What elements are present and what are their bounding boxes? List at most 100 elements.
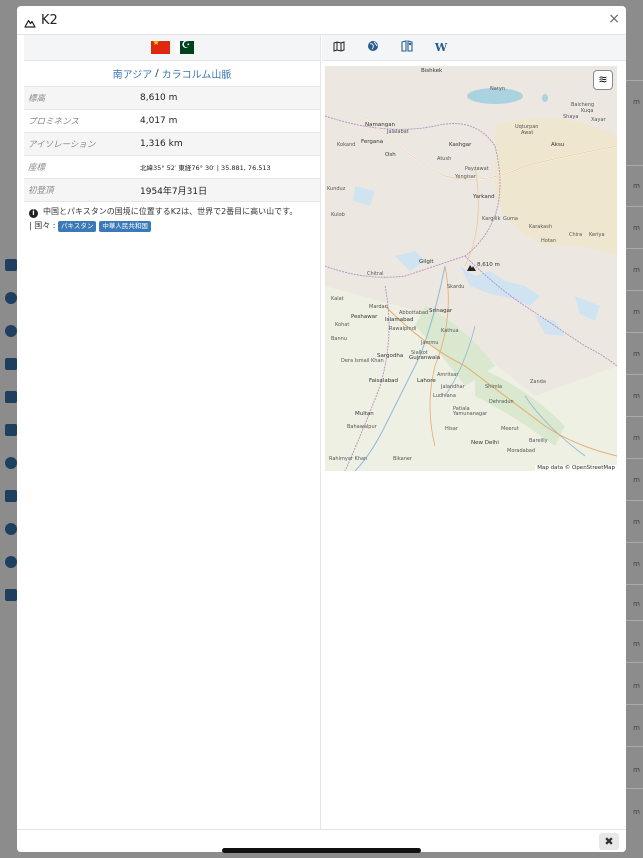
- list-value: m: [633, 266, 640, 274]
- map-place-label: Lahore: [417, 378, 436, 384]
- book-map-icon[interactable]: [390, 40, 424, 55]
- info-table: 標高 8,610 m プロミネンス 4,017 m アイソレーション 1,316…: [24, 87, 320, 202]
- country-badge-pakistan[interactable]: パキスタン: [58, 221, 97, 232]
- map-place-label: Islamabad: [385, 317, 414, 323]
- map-place-label: Gilgit: [419, 259, 434, 265]
- list-divider: [625, 416, 643, 417]
- map-place-label: Kashgar: [449, 142, 472, 148]
- list-value: m: [633, 766, 640, 774]
- map-icon[interactable]: [322, 40, 356, 55]
- map-place-label: Faisalabad: [369, 378, 399, 384]
- breadcrumb-separator: /: [155, 68, 159, 79]
- info-row-first-ascent: 初登頂 1954年7月31日: [24, 179, 320, 202]
- map-place-label: Peshawar: [351, 314, 378, 320]
- map-place-label: New Delhi: [471, 440, 499, 446]
- globe-icon: [5, 325, 17, 337]
- info-icon: [5, 523, 17, 535]
- map-place-label: Guma: [503, 216, 518, 222]
- details-pane: 南アジア / カラコルム山脈 標高 8,610 m プロミネンス 4,017 m…: [24, 35, 321, 829]
- list-divider: [625, 788, 643, 789]
- list-divider: [625, 542, 643, 543]
- list-value: m: [633, 224, 640, 232]
- home-indicator[interactable]: [222, 848, 421, 853]
- info-value: 北緯35° 52′ 東経76° 30′ | 35.881, 76.513: [140, 164, 271, 172]
- mountain-icon: [24, 14, 36, 28]
- globe-icon[interactable]: [356, 40, 390, 55]
- list-value: m: [633, 682, 640, 690]
- close-icon[interactable]: ×: [608, 11, 620, 27]
- grid-icon: [5, 589, 17, 601]
- modal-title: K2: [41, 12, 58, 28]
- map-place-label: Yamunanagar: [453, 411, 488, 417]
- breadcrumb-range-link[interactable]: カラコルム山脈: [162, 66, 232, 81]
- box-icon: [5, 358, 17, 370]
- info-row-coordinates: 座標 北緯35° 52′ 東経76° 30′ | 35.881, 76.513: [24, 156, 320, 179]
- background-list: m m m m m m m m m m m m m m m m m: [625, 0, 643, 858]
- breadcrumb-region-link[interactable]: 南アジア: [113, 66, 153, 81]
- map-place-label: Jammu: [421, 340, 439, 346]
- map-place-label: Bareilly: [529, 438, 548, 444]
- map-place-label: Karakash: [529, 224, 553, 230]
- map-place-label: Bikaner: [393, 456, 412, 462]
- map-place-label: Shimla: [485, 384, 503, 390]
- layers-icon[interactable]: ≋: [593, 70, 613, 90]
- list-value: m: [633, 724, 640, 732]
- close-button[interactable]: ✖: [599, 833, 619, 850]
- list-value: m: [633, 308, 640, 316]
- info-label: 標高: [28, 94, 46, 104]
- background-sidebar: [0, 245, 18, 615]
- map-place-label: Zanda: [530, 379, 546, 385]
- map-place-label: Dehradun: [489, 399, 514, 405]
- map-place-label: Kargilik: [482, 216, 501, 222]
- description: i 中国とパキスタンの国境に位置するK2は、世界で2番目に高い山です。 | 国々 …: [24, 202, 320, 233]
- gear-icon: [5, 556, 17, 568]
- list-divider: [625, 290, 643, 291]
- map-place-label: Kokand: [337, 142, 356, 148]
- plus-circle-icon: [5, 292, 17, 304]
- map-place-label: Payzawat: [465, 166, 489, 172]
- map-place-label: Yarkand: [473, 194, 495, 200]
- map-view[interactable]: Bishkek Naryn Namangan Jalalabat Fergana…: [325, 66, 617, 471]
- map-place-label: Meerut: [501, 426, 519, 432]
- map-place-label: Fergana: [361, 139, 384, 145]
- map-place-label: Rahimyar Khan: [329, 456, 368, 462]
- country-badge-china[interactable]: 中華人民共和国: [99, 221, 151, 232]
- list-value: m: [633, 600, 640, 608]
- map-place-label: Shaya: [563, 114, 579, 120]
- map-place-label: Mardan: [369, 304, 388, 310]
- info-circle-icon: i: [29, 209, 38, 218]
- map-place-label: Dera Ismail Khan: [341, 358, 384, 364]
- map-place-label: Kuqa: [581, 108, 594, 114]
- list-value: m: [633, 182, 640, 190]
- list-divider: [625, 662, 643, 663]
- map-place-label: Kulob: [331, 212, 345, 218]
- flag-pakistan-icon[interactable]: [174, 41, 194, 54]
- wikipedia-icon[interactable]: W: [424, 41, 458, 54]
- map-place-label: Keriya: [589, 232, 605, 238]
- map-place-label: Kathua: [441, 328, 459, 334]
- map-place-label: Namangan: [365, 122, 396, 128]
- map-place-label: Awat: [521, 130, 534, 136]
- breadcrumb: 南アジア / カラコルム山脈: [24, 61, 320, 87]
- compass-icon: [5, 457, 17, 469]
- map-place-label: Yengisar: [455, 174, 476, 180]
- map-place-label: Skardu: [447, 284, 465, 290]
- flag-china-icon[interactable]: [150, 41, 170, 54]
- map-place-label: Kalat: [331, 296, 344, 302]
- list-divider: [625, 165, 643, 166]
- list-value: m: [633, 434, 640, 442]
- map-attribution[interactable]: Map data © OpenStreetMap: [535, 465, 617, 471]
- map-place-label: Rawalpindi: [389, 326, 417, 332]
- list-divider: [625, 374, 643, 375]
- info-label: アイソレーション: [28, 140, 96, 150]
- map-place-label: Osh: [385, 152, 396, 158]
- list-value: m: [633, 392, 640, 400]
- camera-icon: [5, 490, 17, 502]
- countries-label: | 国々 :: [29, 221, 56, 230]
- list-divider: [625, 458, 643, 459]
- modal-header: K2 ×: [17, 6, 626, 35]
- list-value: m: [633, 476, 640, 484]
- list-divider: [625, 500, 643, 501]
- peak-detail-modal: K2 × 南アジア / カラコルム山脈 標高 8,610 m プロミネンス 4,…: [17, 6, 626, 852]
- map-place-label: Bahawalpur: [347, 424, 377, 430]
